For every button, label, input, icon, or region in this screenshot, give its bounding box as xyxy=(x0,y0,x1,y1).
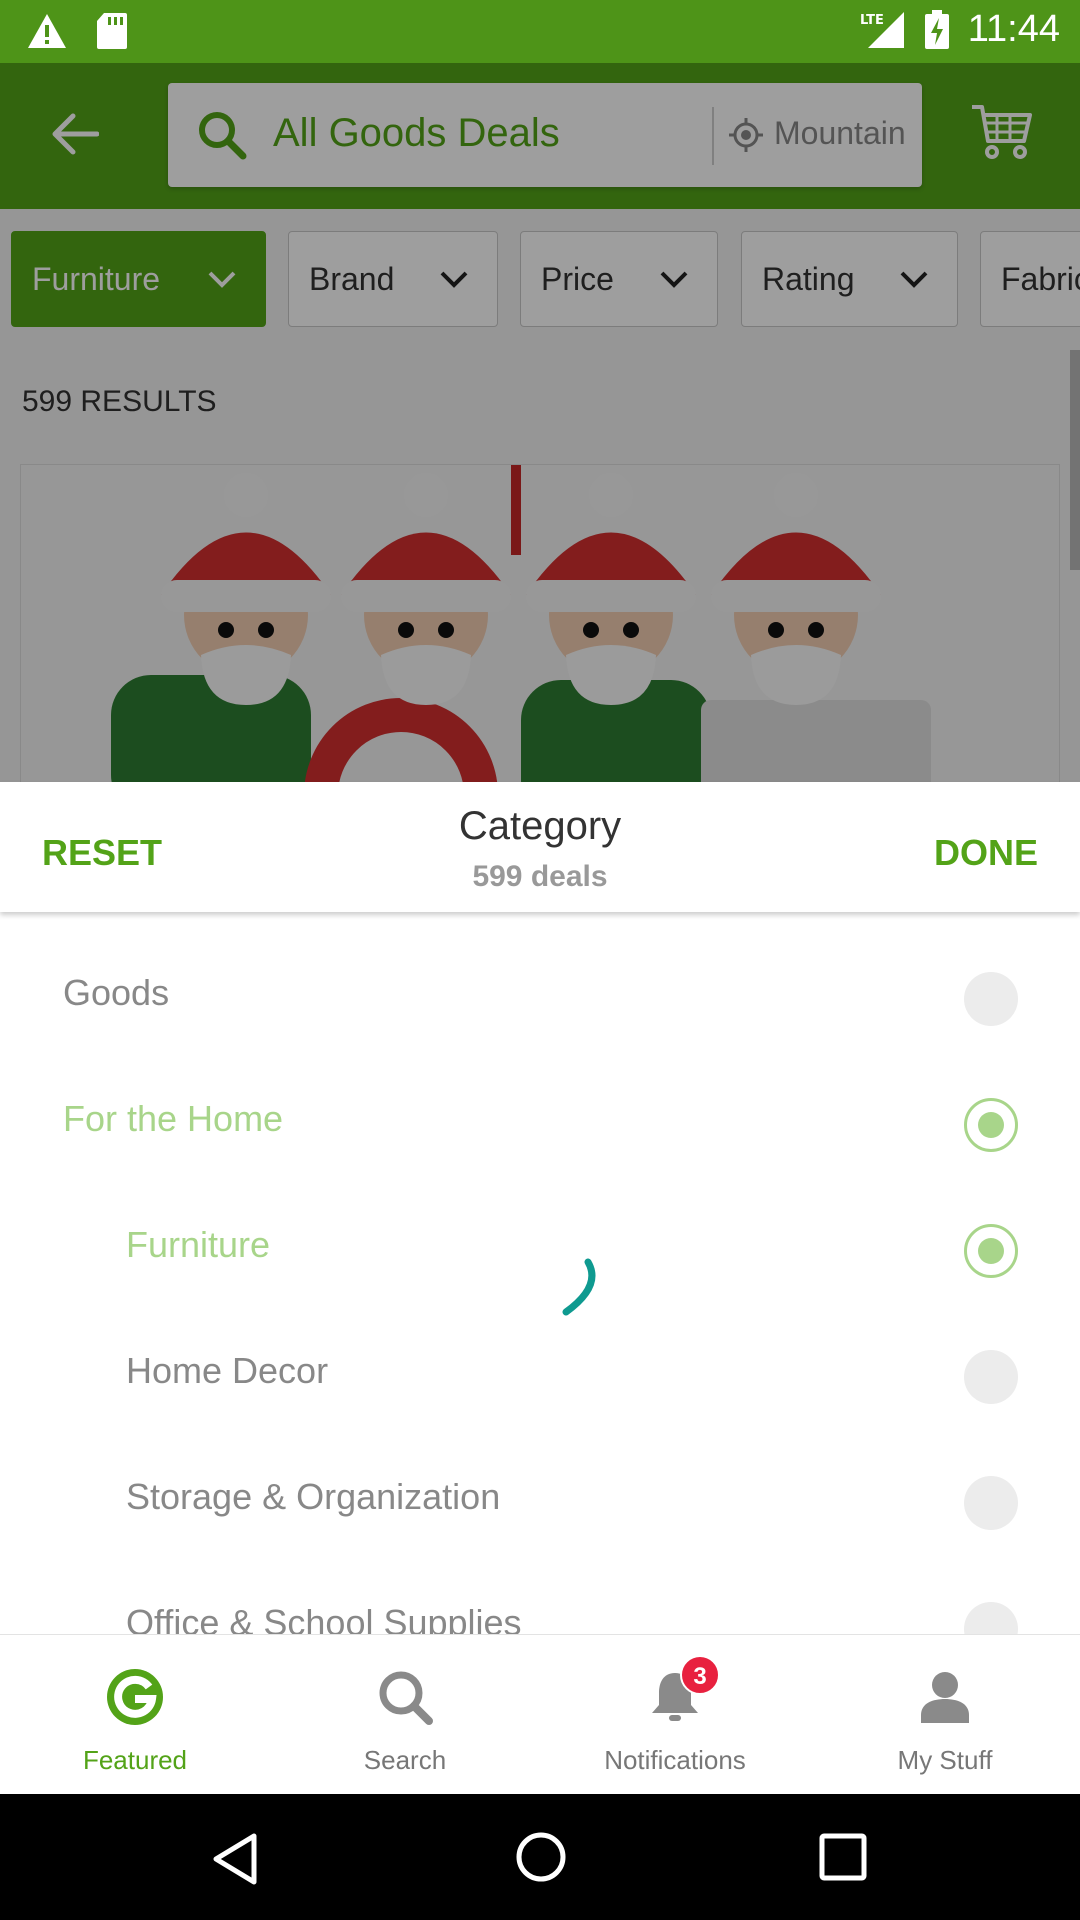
nav-label: Notifications xyxy=(604,1745,746,1775)
bottom-navigation: Featured Search Notifications 3 My Stuff xyxy=(0,1634,1080,1794)
category-label: For the Home xyxy=(63,1098,284,1139)
category-list: Goods For the Home Furniture Home Decor … xyxy=(0,912,1080,1634)
person-icon xyxy=(921,1672,969,1723)
loading-spinner-icon xyxy=(562,1258,596,1316)
warning-icon xyxy=(28,14,66,48)
nav-search[interactable]: Search xyxy=(270,1635,540,1795)
category-item-storage-organization[interactable]: Storage & Organization xyxy=(0,1436,1080,1562)
category-item-home-decor[interactable]: Home Decor xyxy=(0,1310,1080,1436)
category-sheet-header: RESET Category 599 deals DONE xyxy=(0,782,1080,912)
signal-lte-icon: LTE xyxy=(860,11,904,48)
system-navigation-bar xyxy=(0,1794,1080,1920)
sd-card-icon xyxy=(97,13,127,49)
category-label: Storage & Organization xyxy=(126,1476,501,1517)
sheet-subtitle: 599 deals xyxy=(472,860,608,893)
nav-label: Featured xyxy=(82,1745,188,1775)
recents-square-icon[interactable] xyxy=(818,1832,868,1882)
home-circle-icon[interactable] xyxy=(514,1830,568,1884)
status-bar: LTE 11:44 xyxy=(0,0,1080,63)
category-item-goods[interactable]: Goods xyxy=(0,932,1080,1058)
battery-charging-icon xyxy=(924,9,949,49)
category-label: Goods xyxy=(63,972,170,1013)
nav-my-stuff[interactable]: My Stuff xyxy=(810,1635,1080,1795)
radio-button[interactable] xyxy=(964,972,1018,1026)
radio-button[interactable] xyxy=(964,1476,1018,1530)
category-label: Office & School Supplies xyxy=(126,1602,522,1634)
category-item-for-the-home[interactable]: For the Home xyxy=(0,1058,1080,1184)
notification-badge: 3 xyxy=(680,1655,720,1695)
nav-notifications[interactable]: Notifications xyxy=(540,1635,810,1795)
sheet-title: Category xyxy=(458,804,622,848)
radio-button[interactable] xyxy=(964,1602,1018,1634)
back-triangle-icon[interactable] xyxy=(210,1832,260,1886)
nav-label: Search xyxy=(363,1745,447,1775)
category-item-office-school-supplies[interactable]: Office & School Supplies xyxy=(0,1562,1080,1634)
status-time: 11:44 xyxy=(967,8,1060,50)
groupon-g-icon xyxy=(107,1669,163,1725)
category-item-furniture[interactable]: Furniture xyxy=(0,1184,1080,1310)
modal-scrim[interactable] xyxy=(0,63,1080,782)
category-label: Home Decor xyxy=(126,1350,329,1391)
radio-button-selected[interactable] xyxy=(964,1224,1018,1278)
search-icon xyxy=(379,1671,433,1725)
scrollbar xyxy=(1070,350,1080,570)
nav-label: My Stuff xyxy=(897,1745,993,1775)
radio-button-selected[interactable] xyxy=(964,1098,1018,1152)
category-label: Furniture xyxy=(126,1224,271,1265)
svg-text:LTE: LTE xyxy=(860,13,884,28)
nav-featured[interactable]: Featured xyxy=(0,1635,270,1795)
radio-button[interactable] xyxy=(964,1350,1018,1404)
done-button[interactable]: DONE xyxy=(934,832,1038,874)
